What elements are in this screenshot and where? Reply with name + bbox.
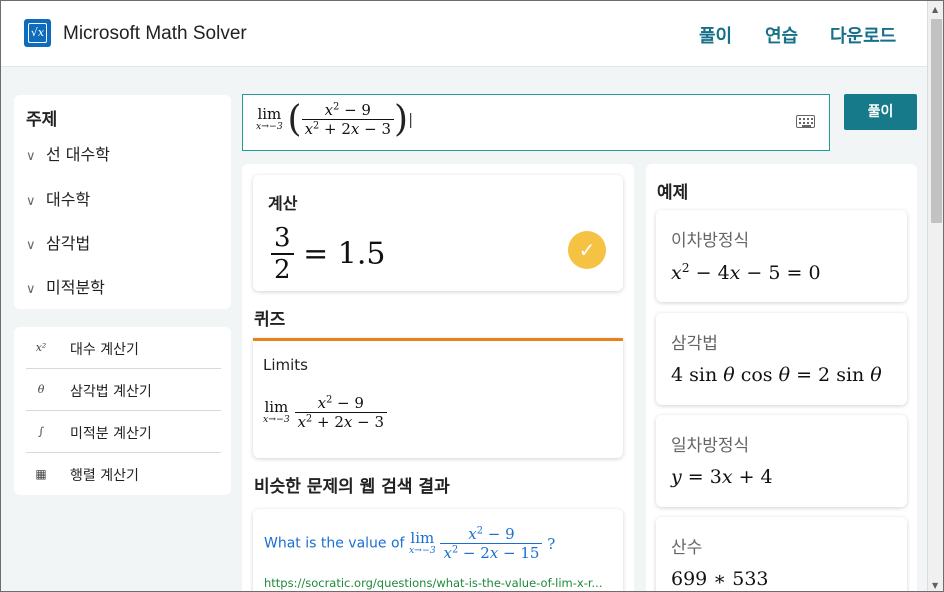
example-expression: y = 3x + 4 bbox=[671, 466, 773, 488]
example-quadratic[interactable]: 이차방정식 x2 − 4x − 5 = 0 bbox=[656, 210, 907, 302]
browser-frame: √x Microsoft Math Solver 풀이 연습 다운로드 주제 ∨… bbox=[0, 0, 944, 592]
x-squared-icon: x² bbox=[35, 341, 47, 354]
quiz-card[interactable]: Limits lim x→−3 x2 − 9 x2 + 2x − 3 bbox=[253, 338, 623, 458]
calculator-trigonometry[interactable]: θ 삼각법 계산기 bbox=[26, 369, 221, 411]
topic-algebra[interactable]: ∨ 대수학 bbox=[26, 186, 90, 210]
app-title[interactable]: Microsoft Math Solver bbox=[63, 23, 247, 45]
calculation-result-card: 계산 32 = 1.5 ✓ bbox=[253, 175, 623, 291]
topics-heading: 주제 bbox=[26, 110, 58, 130]
integral-icon: ∫ bbox=[38, 425, 44, 438]
example-arithmetic[interactable]: 산수 699 ∗ 533 bbox=[656, 517, 907, 591]
web-results-heading: 비슷한 문제의 웹 검색 결과 bbox=[254, 477, 450, 497]
chevron-down-icon: ∨ bbox=[26, 238, 36, 253]
scroll-up-arrow-icon[interactable]: ▲ bbox=[932, 5, 938, 14]
chevron-down-icon: ∨ bbox=[26, 282, 36, 297]
topic-trigonometry[interactable]: ∨ 삼각법 bbox=[26, 230, 90, 254]
math-solver-logo-icon[interactable]: √x bbox=[24, 19, 51, 47]
page-scrollbar[interactable]: ▲ ▼ bbox=[927, 1, 943, 591]
scroll-down-arrow-icon[interactable]: ▼ bbox=[932, 581, 938, 590]
calculator-matrix[interactable]: ▦ 행렬 계산기 bbox=[26, 453, 221, 495]
example-linear[interactable]: 일차방정식 y = 3x + 4 bbox=[656, 415, 907, 507]
example-trigonometry[interactable]: 삼각법 4 sin θ cos θ = 2 sin θ bbox=[656, 313, 907, 405]
chevron-down-icon: ∨ bbox=[26, 149, 36, 164]
quiz-heading: 퀴즈 bbox=[254, 310, 286, 330]
topics-panel: 주제 ∨ 선 대수학 ∨ 대수학 ∨ 삼각법 ∨ 미적분학 bbox=[14, 95, 231, 309]
quiz-label: Limits bbox=[263, 356, 308, 374]
nav-download[interactable]: 다운로드 bbox=[830, 22, 896, 48]
results-panel: 계산 32 = 1.5 ✓ 퀴즈 Limits lim x→−3 x2 − 9 x2… bbox=[242, 164, 634, 591]
nav-solve[interactable]: 풀이 bbox=[699, 22, 732, 48]
theta-icon: θ bbox=[37, 383, 45, 396]
web-result-card[interactable]: What is the value of lim x→−3 x2 − 9 x2 − … bbox=[253, 509, 623, 591]
example-expression: 699 ∗ 533 bbox=[671, 568, 769, 590]
example-expression: x2 − 4x − 5 = 0 bbox=[671, 261, 821, 284]
examples-heading: 예제 bbox=[657, 183, 689, 203]
quiz-expression: lim x→−3 x2 − 9 x2 + 2x − 3 bbox=[263, 394, 387, 431]
result-expression: 32 = 1.5 bbox=[271, 223, 385, 285]
example-expression: 4 sin θ cos θ = 2 sin θ bbox=[671, 364, 882, 386]
topic-calculus[interactable]: ∨ 미적분학 bbox=[26, 274, 105, 298]
chevron-down-icon: ∨ bbox=[26, 194, 36, 209]
checkmark-icon: ✓ bbox=[568, 231, 606, 269]
top-bar: √x Microsoft Math Solver 풀이 연습 다운로드 bbox=[1, 1, 927, 67]
solve-button[interactable]: 풀이 bbox=[844, 94, 917, 130]
examples-panel: 예제 이차방정식 x2 − 4x − 5 = 0 삼각법 4 sin θ cos… bbox=[646, 164, 917, 591]
scrollbar-thumb[interactable] bbox=[931, 19, 942, 223]
math-input[interactable]: lim x→−3 (x2 − 9 x2 + 2x − 3)| bbox=[242, 94, 830, 151]
calculators-panel: x² 대수 계산기 θ 삼각법 계산기 ∫ 미적분 계산기 ▦ 행렬 계산기 bbox=[14, 327, 231, 495]
matrix-icon: ▦ bbox=[35, 467, 47, 481]
result-title: 계산 bbox=[268, 194, 298, 213]
web-result-url[interactable]: https://socratic.org/questions/what-is-t… bbox=[264, 576, 602, 590]
topic-linear-algebra[interactable]: ∨ 선 대수학 bbox=[26, 141, 110, 165]
calculator-algebra[interactable]: x² 대수 계산기 bbox=[26, 327, 221, 369]
web-result-link[interactable]: What is the value of lim x→−3 x2 − 9 x2 − … bbox=[264, 525, 555, 562]
keyboard-icon[interactable] bbox=[796, 115, 815, 128]
input-expression[interactable]: lim x→−3 (x2 − 9 x2 + 2x − 3)| bbox=[256, 99, 413, 140]
calculator-calculus[interactable]: ∫ 미적분 계산기 bbox=[26, 411, 221, 453]
nav-practice[interactable]: 연습 bbox=[765, 22, 798, 48]
